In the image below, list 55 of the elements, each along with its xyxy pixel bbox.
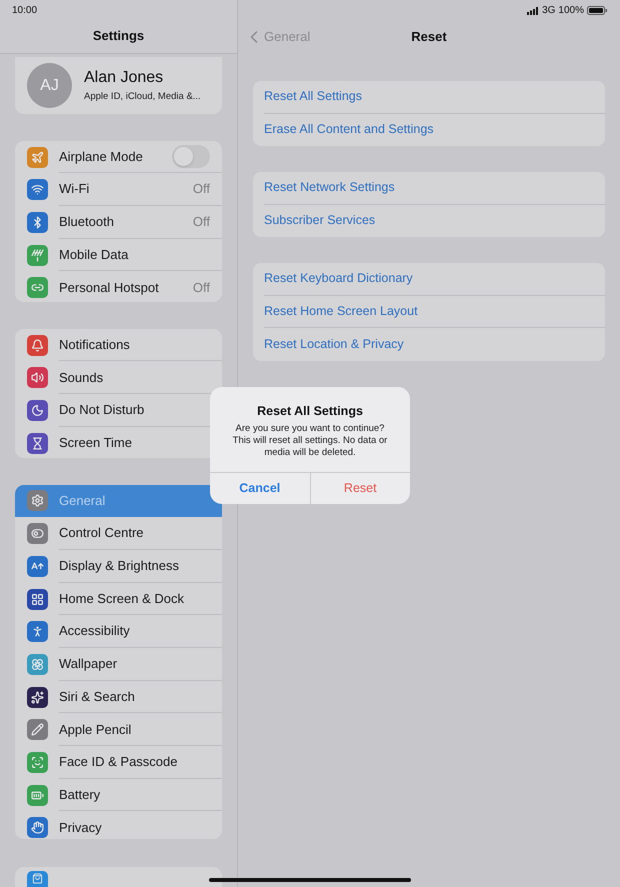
row-label: Do Not Disturb [59, 401, 146, 420]
row-label: Apple Pencil [59, 720, 132, 739]
settings-row[interactable]: Airplane Mode [15, 140, 222, 174]
row-label: Wallpaper [59, 655, 118, 674]
settings-row[interactable]: Face ID & Passcode [15, 746, 222, 779]
row-value: Off [192, 213, 210, 232]
row-label: Wi-Fi [59, 180, 90, 198]
settings-row[interactable]: Screen Time [15, 426, 222, 458]
row-label: Home Screen & Dock [59, 590, 185, 608]
settings-row[interactable]: Apple Pencil [15, 713, 222, 746]
row-label: Personal Hotspot [59, 279, 160, 297]
row-label: Face ID & Passcode [59, 753, 178, 772]
settings-row[interactable]: Bluetooth Off [15, 206, 222, 239]
row-label: Control Centre [59, 524, 145, 542]
row-label: Accessibility [59, 622, 131, 640]
row-label: Airplane Mode [59, 148, 144, 166]
settings-row[interactable]: Battery [15, 778, 222, 812]
row-label: Privacy [59, 819, 103, 838]
row-label: Sounds [59, 368, 104, 387]
bag-icon [27, 871, 48, 887]
battery-label: 100% [558, 4, 584, 18]
row-label: Bluetooth [59, 213, 115, 232]
settings-row[interactable]: Mobile Data [15, 238, 222, 272]
profile-name: Alan Jones [84, 68, 164, 88]
alert-title: Reset All Settings [257, 403, 363, 420]
settings-row[interactable]: Display & Brightness [15, 550, 222, 583]
settings-row[interactable]: Accessibility [15, 615, 222, 648]
row-label: Display & Brightness [59, 557, 180, 576]
row-label: Screen Time [59, 434, 133, 452]
signal-icon [527, 6, 540, 14]
settings-row[interactable]: Wi-Fi Off [15, 173, 222, 206]
settings-row[interactable]: Siri & Search [15, 680, 222, 714]
row-label: Siri & Search [59, 688, 136, 706]
profile-card[interactable]: AJ Alan Jones Apple ID, iCloud, Media &... [15, 57, 222, 114]
row-label: Mobile Data [59, 246, 130, 264]
settings-row[interactable]: Privacy [15, 811, 222, 839]
settings-row[interactable]: Control Centre [15, 517, 222, 550]
alert-message: Are you sure you want to continue? This will reset all settings. No data or media will be deleted. [232, 422, 388, 459]
settings-row[interactable]: Wallpaper [15, 648, 222, 681]
settings-row[interactable]: Notifications [15, 328, 222, 362]
row-value: Off [192, 180, 210, 198]
profile-subtitle: Apple ID, iCloud, Media &... [84, 90, 201, 104]
settings-row[interactable]: Personal Hotspot Off [15, 271, 222, 302]
avatar: AJ [27, 63, 72, 108]
row-label: Battery [59, 786, 102, 804]
row-label: Notifications [59, 336, 131, 354]
battery-icon [587, 6, 607, 15]
row-value: Off [192, 279, 210, 297]
row-label: General [59, 492, 106, 510]
sidebar-title: Settings [92, 26, 144, 45]
toggle-switch[interactable] [172, 145, 210, 168]
page-title: Reset [411, 28, 447, 46]
settings-row[interactable]: Home Screen & Dock [15, 582, 222, 616]
status-time: 10:00 [12, 4, 38, 18]
network-label: 3G [542, 4, 556, 18]
